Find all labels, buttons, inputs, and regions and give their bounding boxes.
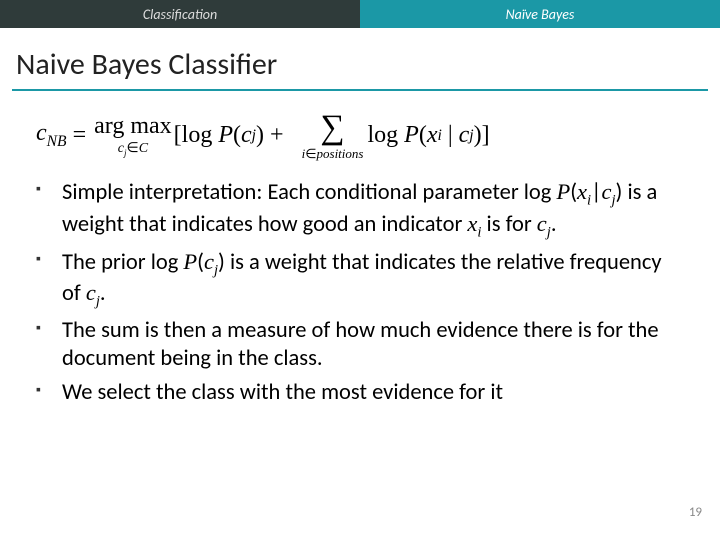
page-number: 19 bbox=[689, 505, 702, 520]
bullet-text: Simple interpretation: Each conditional … bbox=[62, 179, 556, 206]
bullet-item: The sum is then a measure of how much ev… bbox=[62, 317, 680, 373]
header-right-text: Naïve Bayes bbox=[506, 6, 575, 23]
header-right-cell: Naïve Bayes bbox=[360, 0, 720, 28]
bullet-list: Simple interpretation: Each conditional … bbox=[0, 170, 720, 408]
header-left-text: Classification bbox=[143, 6, 217, 23]
bullet-text: The prior log bbox=[62, 249, 183, 276]
formula-block: cNB = arg max cj∈C [log P(cj) + ∑ i∈posi… bbox=[0, 97, 720, 170]
math-inline: P bbox=[556, 179, 570, 204]
math-inline: P bbox=[183, 249, 197, 274]
bullet-text: The sum is then a measure of how much ev… bbox=[62, 317, 659, 372]
header-left-cell: Classification bbox=[0, 0, 360, 28]
bullet-item: The prior log P(cj) is a weight that ind… bbox=[62, 248, 680, 312]
formula: cNB = arg max cj∈C [log P(cj) + ∑ i∈posi… bbox=[36, 111, 490, 160]
bullet-text: We select the class with the most eviden… bbox=[62, 379, 503, 406]
bullet-item: We select the class with the most eviden… bbox=[62, 379, 680, 407]
slide-title: Naive Bayes Classifier bbox=[0, 28, 720, 89]
title-rule bbox=[12, 89, 708, 91]
bullet-item: Simple interpretation: Each conditional … bbox=[62, 178, 680, 242]
slide-header: Classification Naïve Bayes bbox=[0, 0, 720, 28]
